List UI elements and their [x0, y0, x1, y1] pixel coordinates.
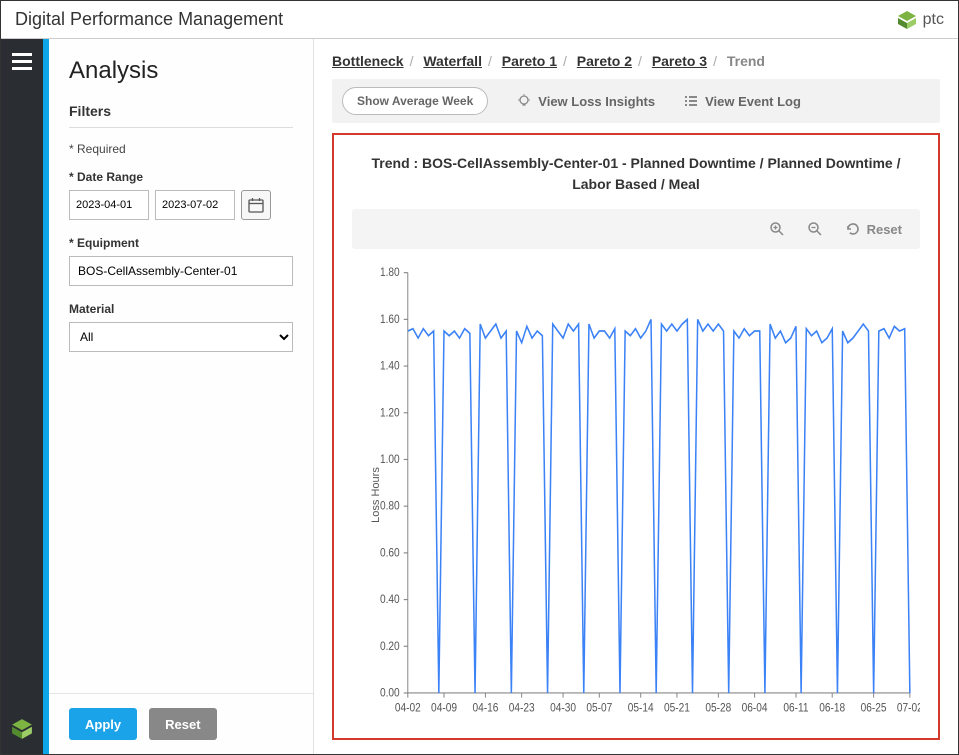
view-event-log-button[interactable]: View Event Log [683, 93, 801, 109]
hamburger-icon[interactable] [12, 53, 32, 70]
apply-button[interactable]: Apply [69, 708, 137, 740]
page-title: Analysis [69, 57, 293, 85]
svg-text:0.80: 0.80 [380, 500, 400, 513]
content-toolbar: Show Average Week View Loss Insights [332, 79, 940, 123]
lightbulb-icon [516, 93, 532, 109]
y-axis-label: Loss Hours [370, 467, 382, 523]
date-range-label: * Date Range [69, 170, 293, 184]
date-start-input[interactable] [69, 190, 149, 220]
svg-text:1.60: 1.60 [380, 313, 400, 326]
svg-text:1.00: 1.00 [380, 453, 400, 466]
show-avg-week-button[interactable]: Show Average Week [342, 87, 488, 115]
svg-text:06-18: 06-18 [819, 702, 845, 715]
app-title: Digital Performance Management [15, 9, 283, 30]
crumb-bottleneck[interactable]: Bottleneck [332, 53, 404, 69]
ptc-cube-icon[interactable] [11, 718, 33, 740]
svg-text:0.00: 0.00 [380, 687, 400, 700]
crumb-pareto-2[interactable]: Pareto 2 [577, 53, 632, 69]
equipment-label: * Equipment [69, 236, 293, 250]
svg-text:06-11: 06-11 [783, 702, 808, 715]
breadcrumb: Bottleneck/ Waterfall/ Pareto 1/ Pareto … [314, 39, 958, 79]
chart-reset-button[interactable]: Reset [845, 221, 902, 237]
view-loss-insights-button[interactable]: View Loss Insights [516, 93, 655, 109]
filters-header: Filters [69, 103, 293, 128]
svg-text:0.60: 0.60 [380, 547, 400, 560]
chart-toolbar: Reset [352, 209, 920, 249]
list-icon [683, 93, 699, 109]
left-rail [1, 39, 43, 754]
zoom-in-icon [769, 221, 785, 237]
material-label: Material [69, 302, 293, 316]
svg-text:1.80: 1.80 [380, 267, 400, 280]
chart-area: Trend : BOS-CellAssembly-Center-01 - Pla… [332, 133, 940, 740]
line-chart[interactable]: 0.00 0.20 0.40 0.60 0.80 1.00 1.20 1.40 1.60 1.80… [352, 261, 920, 728]
crumb-trend: Trend [727, 53, 765, 69]
svg-text:04-09: 04-09 [431, 702, 457, 715]
svg-text:07-02: 07-02 [897, 702, 920, 715]
svg-text:05-21: 05-21 [664, 702, 690, 715]
equipment-input[interactable] [69, 256, 293, 286]
reset-button[interactable]: Reset [149, 708, 216, 740]
svg-text:0.20: 0.20 [380, 640, 400, 653]
svg-text:04-30: 04-30 [550, 702, 576, 715]
date-end-input[interactable] [155, 190, 235, 220]
material-select[interactable]: All [69, 322, 293, 352]
svg-text:05-07: 05-07 [586, 702, 612, 715]
svg-text:04-23: 04-23 [509, 702, 535, 715]
chart-title: Trend : BOS-CellAssembly-Center-01 - Pla… [352, 153, 920, 195]
crumb-waterfall[interactable]: Waterfall [423, 53, 482, 69]
svg-text:05-28: 05-28 [705, 702, 731, 715]
svg-text:04-02: 04-02 [395, 702, 421, 715]
calendar-button[interactable] [241, 190, 271, 220]
svg-text:05-14: 05-14 [628, 702, 654, 715]
crumb-pareto-1[interactable]: Pareto 1 [502, 53, 557, 69]
svg-text:1.40: 1.40 [380, 360, 400, 373]
svg-text:06-25: 06-25 [861, 702, 887, 715]
ptc-logo-icon [897, 10, 917, 30]
sidebar: Analysis Filters * Required * Date Range [49, 39, 313, 754]
zoom-out-icon [807, 221, 823, 237]
svg-text:1.20: 1.20 [380, 407, 400, 420]
calendar-icon [248, 197, 264, 213]
svg-text:04-16: 04-16 [472, 702, 498, 715]
required-note: * Required [69, 142, 293, 156]
zoom-out-button[interactable] [807, 221, 823, 237]
ptc-logo: ptc [897, 10, 944, 30]
svg-text:0.40: 0.40 [380, 593, 400, 606]
reset-icon [845, 221, 861, 237]
topbar: Digital Performance Management ptc [1, 1, 958, 39]
crumb-pareto-3[interactable]: Pareto 3 [652, 53, 707, 69]
svg-text:06-04: 06-04 [742, 702, 768, 715]
zoom-in-button[interactable] [769, 221, 785, 237]
